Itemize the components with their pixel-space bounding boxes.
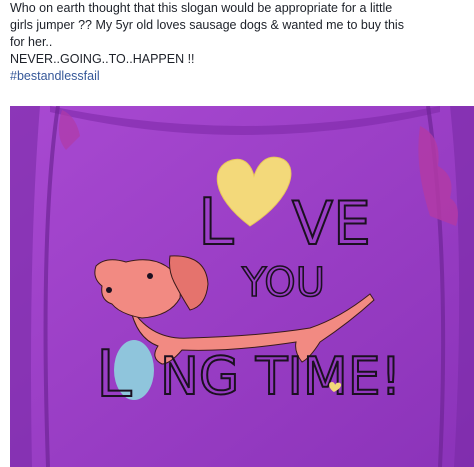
social-post: Who on earth thought that this slogan wo… [0, 0, 474, 467]
slogan-you: YOU [241, 260, 325, 306]
slogan-long-l: L [96, 338, 132, 412]
post-text-line-4: NEVER..GOING..TO..HAPPEN !! [10, 52, 195, 66]
post-photo[interactable]: L VE YOU L NG TIME! [10, 106, 474, 467]
dog-eye [147, 273, 153, 279]
slogan-love-ve: VE [292, 189, 371, 259]
post-text-line-3: for her.. [10, 35, 53, 49]
post-text: Who on earth thought that this slogan wo… [10, 0, 468, 85]
jumper-photo-illustration: L VE YOU L NG TIME! [10, 106, 474, 467]
slogan-ng-time: NG TIME! [160, 347, 401, 407]
post-text-line-1: Who on earth thought that this slogan wo… [10, 1, 393, 15]
dog-nose [106, 287, 112, 293]
hashtag-link[interactable]: #bestandlessfail [10, 68, 468, 85]
post-text-line-2: girls jumper ?? My 5yr old loves sausage… [10, 18, 404, 32]
